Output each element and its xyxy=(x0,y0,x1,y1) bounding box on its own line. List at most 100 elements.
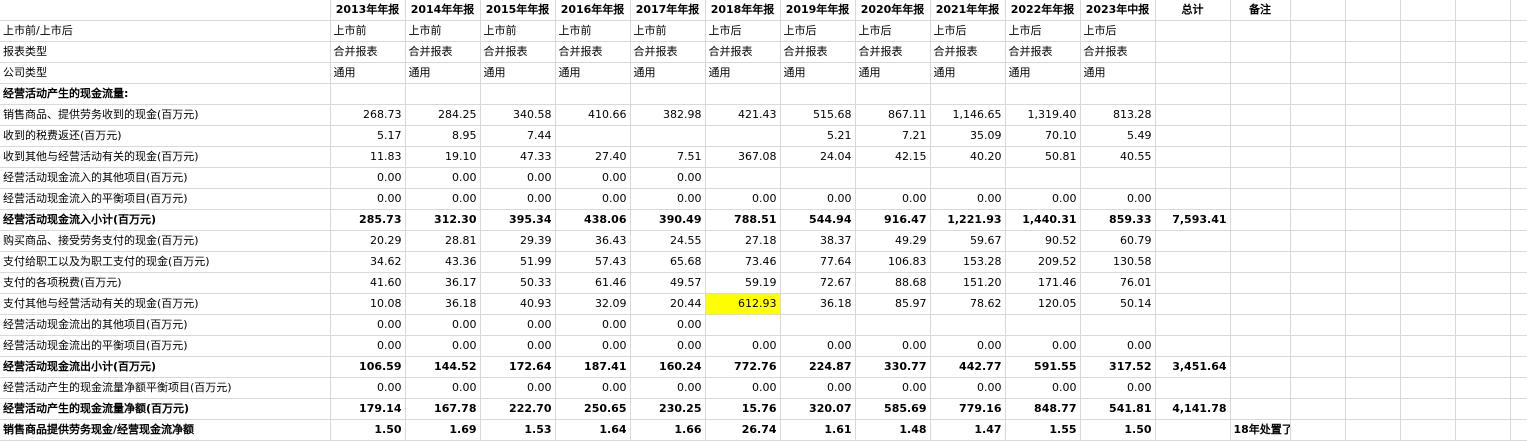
value-cell[interactable]: 1,146.65 xyxy=(930,104,1006,126)
note-cell[interactable] xyxy=(1230,356,1291,378)
empty-cell[interactable] xyxy=(1455,146,1511,168)
column-header[interactable]: 2019年年报 xyxy=(780,0,856,21)
empty-cell[interactable] xyxy=(1510,230,1527,252)
value-cell[interactable]: 41.60 xyxy=(330,272,406,294)
value-cell[interactable]: 312.30 xyxy=(405,209,481,231)
note-cell[interactable] xyxy=(1230,146,1291,168)
value-cell[interactable]: 合并报表 xyxy=(1080,41,1156,63)
note-cell[interactable] xyxy=(1230,20,1291,42)
empty-cell[interactable] xyxy=(1510,146,1527,168)
empty-cell[interactable] xyxy=(1400,188,1456,210)
value-cell[interactable]: 0.00 xyxy=(630,377,706,399)
empty-cell[interactable] xyxy=(1290,62,1346,84)
value-cell[interactable]: 上市前 xyxy=(405,20,481,42)
value-cell[interactable]: 合并报表 xyxy=(705,41,781,63)
total-cell[interactable] xyxy=(1155,20,1231,42)
corner-cell[interactable] xyxy=(0,0,331,21)
value-cell[interactable]: 230.25 xyxy=(630,398,706,420)
total-cell[interactable]: 4,141.78 xyxy=(1155,398,1231,420)
empty-cell[interactable] xyxy=(1510,104,1527,126)
value-cell[interactable]: 通用 xyxy=(780,62,856,84)
value-cell[interactable]: 36.43 xyxy=(555,230,631,252)
value-cell[interactable]: 0.00 xyxy=(405,377,481,399)
empty-cell[interactable] xyxy=(1400,146,1456,168)
value-cell[interactable]: 通用 xyxy=(630,62,706,84)
empty-cell[interactable] xyxy=(1455,125,1511,147)
empty-cell[interactable] xyxy=(1290,335,1346,357)
value-cell[interactable]: 544.94 xyxy=(780,209,856,231)
value-cell[interactable]: 10.08 xyxy=(330,293,406,315)
empty-cell[interactable] xyxy=(1345,20,1401,42)
value-cell[interactable]: 36.17 xyxy=(405,272,481,294)
value-cell[interactable]: 49.57 xyxy=(630,272,706,294)
row-label[interactable]: 经营活动现金流入的平衡项目(百万元) xyxy=(0,188,331,210)
value-cell[interactable]: 上市前 xyxy=(555,20,631,42)
value-cell[interactable]: 34.62 xyxy=(330,251,406,273)
value-cell[interactable]: 36.18 xyxy=(780,293,856,315)
value-cell[interactable] xyxy=(930,83,1006,105)
empty-cell[interactable] xyxy=(1345,377,1401,399)
empty-cell[interactable] xyxy=(1510,419,1527,441)
value-cell[interactable]: 76.01 xyxy=(1080,272,1156,294)
note-cell[interactable] xyxy=(1230,272,1291,294)
empty-cell[interactable] xyxy=(1455,356,1511,378)
note-cell[interactable] xyxy=(1230,230,1291,252)
value-cell[interactable]: 591.55 xyxy=(1005,356,1081,378)
empty-cell[interactable] xyxy=(1290,188,1346,210)
value-cell[interactable]: 179.14 xyxy=(330,398,406,420)
empty-cell[interactable] xyxy=(1345,188,1401,210)
empty-cell[interactable] xyxy=(1290,293,1346,315)
value-cell[interactable] xyxy=(930,167,1006,189)
value-cell[interactable] xyxy=(705,83,781,105)
value-cell[interactable]: 438.06 xyxy=(555,209,631,231)
empty-cell[interactable] xyxy=(1455,230,1511,252)
value-cell[interactable]: 612.93 xyxy=(705,293,781,315)
empty-cell[interactable] xyxy=(1345,314,1401,336)
row-label[interactable]: 支付其他与经营活动有关的现金(百万元) xyxy=(0,293,331,315)
empty-cell[interactable] xyxy=(1510,83,1527,105)
value-cell[interactable] xyxy=(1080,167,1156,189)
note-cell[interactable] xyxy=(1230,41,1291,63)
empty-cell[interactable] xyxy=(1290,377,1346,399)
total-cell[interactable] xyxy=(1155,167,1231,189)
value-cell[interactable]: 788.51 xyxy=(705,209,781,231)
row-label[interactable]: 报表类型 xyxy=(0,41,331,63)
value-cell[interactable]: 0.00 xyxy=(705,377,781,399)
value-cell[interactable]: 27.18 xyxy=(705,230,781,252)
value-cell[interactable]: 61.46 xyxy=(555,272,631,294)
value-cell[interactable]: 70.10 xyxy=(1005,125,1081,147)
value-cell[interactable]: 0.00 xyxy=(705,335,781,357)
row-label[interactable]: 经营活动产生的现金流量净额平衡项目(百万元) xyxy=(0,377,331,399)
row-label[interactable]: 经营活动现金流出的其他项目(百万元) xyxy=(0,314,331,336)
total-cell[interactable] xyxy=(1155,41,1231,63)
column-header[interactable]: 备注 xyxy=(1230,0,1291,21)
empty-cell[interactable] xyxy=(1510,398,1527,420)
value-cell[interactable] xyxy=(1080,83,1156,105)
row-label[interactable]: 销售商品、提供劳务收到的现金(百万元) xyxy=(0,104,331,126)
empty-cell[interactable] xyxy=(1345,419,1401,441)
value-cell[interactable]: 40.93 xyxy=(480,293,556,315)
value-cell[interactable] xyxy=(855,167,931,189)
value-cell[interactable]: 0.00 xyxy=(480,188,556,210)
value-cell[interactable]: 1.69 xyxy=(405,419,481,441)
value-cell[interactable]: 0.00 xyxy=(1080,188,1156,210)
row-label[interactable]: 经营活动产生的现金流量: xyxy=(0,83,331,105)
value-cell[interactable]: 0.00 xyxy=(330,167,406,189)
row-label[interactable]: 购买商品、接受劳务支付的现金(百万元) xyxy=(0,230,331,252)
value-cell[interactable]: 1,319.40 xyxy=(1005,104,1081,126)
value-cell[interactable]: 0.00 xyxy=(630,314,706,336)
value-cell[interactable]: 47.33 xyxy=(480,146,556,168)
value-cell[interactable]: 320.07 xyxy=(780,398,856,420)
value-cell[interactable]: 90.52 xyxy=(1005,230,1081,252)
empty-cell[interactable] xyxy=(1510,209,1527,231)
empty-cell[interactable] xyxy=(1510,0,1527,21)
value-cell[interactable]: 通用 xyxy=(930,62,1006,84)
value-cell[interactable]: 130.58 xyxy=(1080,251,1156,273)
total-cell[interactable]: 7,593.41 xyxy=(1155,209,1231,231)
value-cell[interactable]: 421.43 xyxy=(705,104,781,126)
empty-cell[interactable] xyxy=(1345,251,1401,273)
row-label[interactable]: 经营活动产生的现金流量净额(百万元) xyxy=(0,398,331,420)
value-cell[interactable]: 合并报表 xyxy=(405,41,481,63)
value-cell[interactable]: 0.00 xyxy=(630,188,706,210)
value-cell[interactable]: 51.99 xyxy=(480,251,556,273)
